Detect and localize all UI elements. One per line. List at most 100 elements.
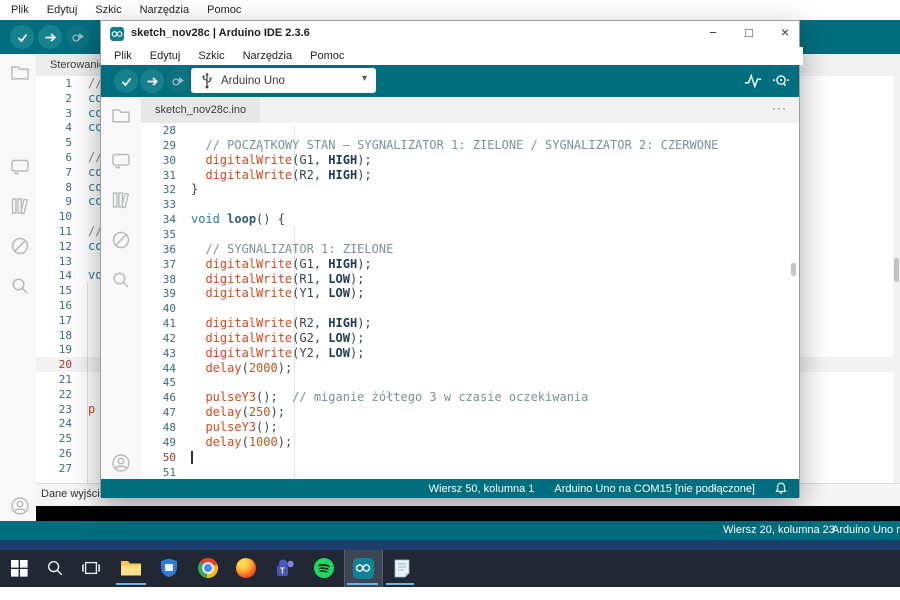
fg-scrollbar-thumb[interactable] bbox=[791, 263, 796, 276]
notifications-bell-icon[interactable] bbox=[775, 482, 787, 495]
file-explorer-icon[interactable] bbox=[120, 557, 142, 579]
fg-menu-pomoc[interactable]: Pomoc bbox=[301, 50, 353, 62]
upload-button[interactable] bbox=[38, 25, 62, 49]
fg-tabstrip: sketch_nov28c.ino ··· bbox=[141, 97, 799, 124]
bg-status-line-col: Wiersz 20, kolumna 23 bbox=[723, 524, 835, 536]
code-line-41[interactable]: 41 digitalWrite(R2, HIGH); bbox=[141, 316, 799, 331]
debug-icon[interactable] bbox=[9, 235, 31, 257]
code-line-38[interactable]: 38 digitalWrite(R1, LOW); bbox=[141, 272, 799, 287]
serial-monitor-icon[interactable] bbox=[772, 72, 790, 90]
code-line-37[interactable]: 37 digitalWrite(G1, HIGH); bbox=[141, 257, 799, 272]
minimize-button[interactable]: − bbox=[701, 25, 725, 40]
line-number: 36 bbox=[141, 242, 176, 257]
bg-menu-szkic[interactable]: Szkic bbox=[86, 4, 130, 16]
code-line-34[interactable]: 34void loop() { bbox=[141, 212, 799, 227]
code-text: delay(250); bbox=[191, 405, 285, 420]
library-manager-icon[interactable] bbox=[110, 189, 132, 211]
fg-status-line-col[interactable]: Wiersz 50, kolumna 1 bbox=[429, 483, 535, 495]
boards-manager-icon[interactable] bbox=[9, 155, 31, 177]
code-text: digitalWrite(R2, HIGH); bbox=[191, 168, 372, 183]
search-icon[interactable] bbox=[9, 275, 31, 297]
chrome-icon[interactable] bbox=[197, 557, 219, 579]
more-actions-button[interactable]: ··· bbox=[772, 101, 787, 115]
teams-icon[interactable]: T bbox=[275, 557, 297, 579]
maximize-button[interactable]: □ bbox=[737, 25, 761, 40]
taskbar-search-icon[interactable] bbox=[44, 557, 66, 579]
code-line-31[interactable]: 31 digitalWrite(R2, HIGH); bbox=[141, 168, 799, 183]
code-line-45[interactable]: 45 bbox=[141, 375, 799, 390]
arduino-ide-taskbar-icon[interactable] bbox=[352, 557, 374, 579]
bg-menu-pomoc[interactable]: Pomoc bbox=[198, 4, 250, 16]
code-line-30[interactable]: 30 digitalWrite(G1, HIGH); bbox=[141, 153, 799, 168]
task-view-icon[interactable] bbox=[80, 557, 102, 579]
library-manager-icon[interactable] bbox=[9, 195, 31, 217]
account-icon[interactable] bbox=[110, 452, 132, 474]
fg-menu-narzędzia[interactable]: Narzędzia bbox=[234, 50, 302, 62]
code-line-32[interactable]: 32} bbox=[141, 182, 799, 197]
line-number: 29 bbox=[141, 138, 176, 153]
bg-scrollbar-thumb[interactable] bbox=[894, 258, 899, 282]
code-text: digitalWrite(G2, LOW); bbox=[191, 331, 364, 346]
code-line-51[interactable]: 51 bbox=[141, 465, 799, 479]
verify-button[interactable] bbox=[114, 69, 138, 93]
fg-titlebar[interactable]: sketch_nov28c | Arduino IDE 2.3.6 − □ × bbox=[101, 21, 799, 47]
code-line-28[interactable]: 28 bbox=[141, 123, 799, 138]
verify-button[interactable] bbox=[10, 25, 34, 49]
sketchbook-folder-icon[interactable] bbox=[110, 104, 132, 126]
code-line-43[interactable]: 43 digitalWrite(Y2, LOW); bbox=[141, 346, 799, 361]
spotify-icon[interactable] bbox=[313, 557, 335, 579]
fg-menu-plik[interactable]: Plik bbox=[105, 50, 141, 62]
debug-icon[interactable] bbox=[110, 229, 132, 251]
start-button[interactable] bbox=[8, 557, 30, 579]
code-line-46[interactable]: 46 pulseY3(); // miganie żółtego 3 w cza… bbox=[141, 390, 799, 405]
windows-security-icon[interactable] bbox=[158, 557, 180, 579]
fg-status-board[interactable]: Arduino Uno na COM15 [nie podłączone] bbox=[554, 483, 755, 495]
line-number: 47 bbox=[141, 405, 176, 420]
fg-sketch-tab[interactable]: sketch_nov28c.ino bbox=[141, 97, 260, 123]
line-number: 37 bbox=[141, 257, 176, 272]
notepad-icon[interactable] bbox=[391, 557, 413, 579]
bg-status-board[interactable]: Arduino Uno na C bbox=[832, 524, 900, 536]
close-button[interactable]: × bbox=[773, 24, 797, 40]
bg-menu-narzędzia[interactable]: Narzędzia bbox=[131, 4, 199, 16]
code-line-42[interactable]: 42 digitalWrite(G2, LOW); bbox=[141, 331, 799, 346]
serial-plotter-icon[interactable] bbox=[744, 72, 762, 90]
code-line-33[interactable]: 33 bbox=[141, 197, 799, 212]
search-icon[interactable] bbox=[110, 269, 132, 291]
code-line-47[interactable]: 47 delay(250); bbox=[141, 405, 799, 420]
code-line-50[interactable]: 50 bbox=[141, 450, 799, 465]
board-selector[interactable]: Arduino Uno ▾ bbox=[191, 68, 376, 93]
fg-menu-szkic[interactable]: Szkic bbox=[189, 50, 233, 62]
code-text: pulseY3(); bbox=[191, 420, 278, 435]
sketchbook-folder-icon[interactable] bbox=[9, 61, 31, 83]
debug-button[interactable] bbox=[66, 25, 90, 49]
line-number: 27 bbox=[36, 461, 72, 476]
code-line-49[interactable]: 49 delay(1000); bbox=[141, 435, 799, 450]
fg-editor[interactable]: 2829 // POCZĄTKOWY STAN – SYGNALIZATOR 1… bbox=[141, 123, 799, 479]
account-icon[interactable] bbox=[9, 495, 31, 517]
line-number: 31 bbox=[141, 168, 176, 183]
code-line-40[interactable]: 40 bbox=[141, 301, 799, 316]
window-title: sketch_nov28c | Arduino IDE 2.3.6 bbox=[131, 27, 310, 39]
code-line-48[interactable]: 48 pulseY3(); bbox=[141, 420, 799, 435]
line-number: 18 bbox=[36, 328, 72, 343]
code-line-36[interactable]: 36 // SYGNALIZATOR 1: ZIELONE bbox=[141, 242, 799, 257]
line-number: 34 bbox=[141, 212, 176, 227]
code-line-44[interactable]: 44 delay(2000); bbox=[141, 361, 799, 376]
upload-button[interactable] bbox=[140, 69, 164, 93]
firefox-icon[interactable] bbox=[235, 557, 257, 579]
line-number: 24 bbox=[36, 416, 72, 431]
fg-menu-edytuj[interactable]: Edytuj bbox=[141, 50, 190, 62]
bg-scrollbar[interactable] bbox=[893, 76, 900, 483]
boards-manager-icon[interactable] bbox=[110, 149, 132, 171]
line-number: 19 bbox=[36, 342, 72, 357]
debug-button[interactable] bbox=[166, 69, 190, 93]
code-line-29[interactable]: 29 // POCZĄTKOWY STAN – SYGNALIZATOR 1: … bbox=[141, 138, 799, 153]
debug-play-icon bbox=[171, 74, 185, 88]
code-line-35[interactable]: 35 bbox=[141, 227, 799, 242]
code-line-39[interactable]: 39 digitalWrite(Y1, LOW); bbox=[141, 286, 799, 301]
bg-output-console[interactable] bbox=[36, 506, 900, 521]
notepad-running-indicator bbox=[386, 583, 414, 585]
bg-menu-edytuj[interactable]: Edytuj bbox=[38, 4, 87, 16]
bg-menu-plik[interactable]: Plik bbox=[2, 4, 38, 16]
